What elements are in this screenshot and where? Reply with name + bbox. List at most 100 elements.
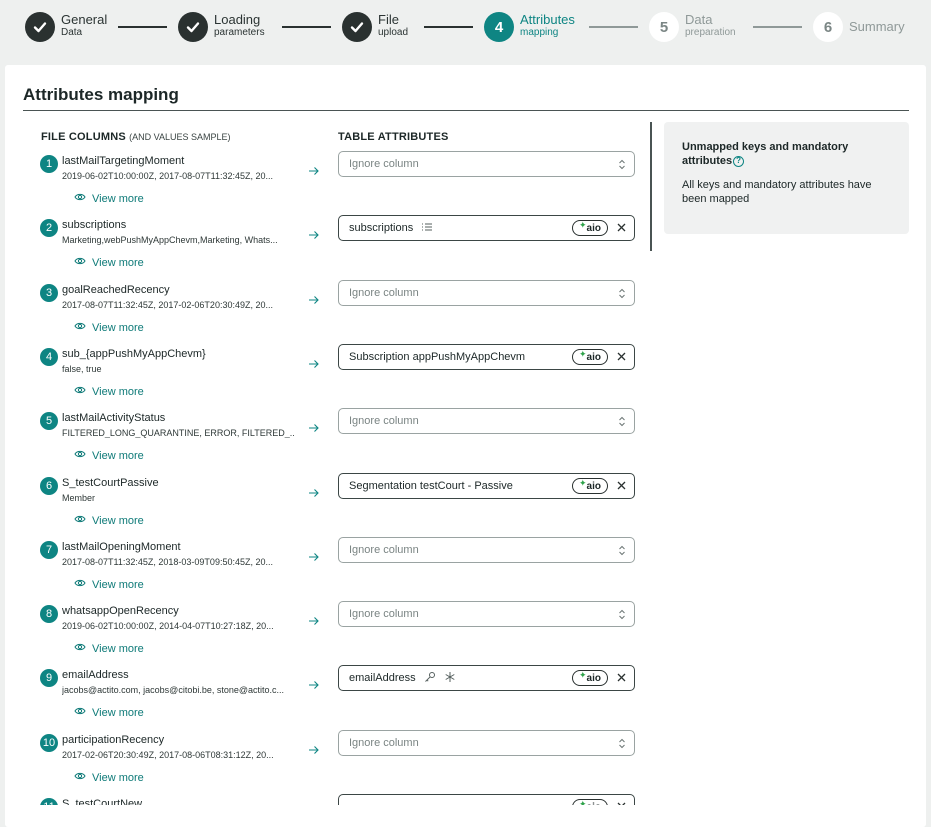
stepper: General Data Loading parameters File upl…: [0, 0, 931, 54]
table-attribute-select[interactable]: emailAddress ✦ aio: [338, 665, 635, 691]
arrow-right-icon: [308, 485, 320, 497]
eye-icon: [74, 770, 92, 785]
eye-icon: [74, 448, 92, 463]
file-column-name: participationRecency: [62, 734, 165, 746]
row-number-badge: 6: [40, 477, 58, 495]
file-column-sample: 2017-08-07T11:32:45Z, 2018-03-09T09:50:4…: [62, 557, 273, 567]
view-more-link[interactable]: View more: [74, 191, 144, 206]
step-attributes-mapping[interactable]: 4 Attributes mapping: [484, 12, 575, 42]
arrow-right-icon: [308, 420, 320, 432]
file-column-sample: 2017-02-06T20:30:49Z, 2017-08-06T08:31:1…: [62, 750, 274, 760]
view-more-label: View more: [92, 578, 144, 591]
step-data-preparation[interactable]: 5 Data preparation: [649, 12, 736, 42]
scrollbar[interactable]: [650, 122, 652, 251]
table-attribute-value: subscriptions: [349, 222, 414, 234]
key-icon: [424, 671, 436, 686]
file-column-sample: Member: [62, 493, 96, 503]
row-number-badge: 4: [40, 348, 58, 366]
table-attribute-value: Segmentation testCourt - Passive: [349, 480, 513, 492]
file-column-name: S_testCourtNew: [62, 798, 143, 805]
file-column-sample: 2019-06-02T10:00:00Z, 2014-04-07T10:27:1…: [62, 621, 274, 631]
step-subtitle: mapping: [520, 27, 559, 38]
attribute-icons: [421, 221, 433, 236]
eye-icon: [74, 191, 92, 206]
arrow-right-icon: [308, 677, 320, 689]
table-attribute-select[interactable]: Ignore column: [338, 408, 635, 434]
stepper-connector-3: [424, 26, 473, 28]
step-number: 4: [484, 12, 514, 42]
file-column-sample: 2017-08-07T11:32:45Z, 2017-02-06T20:30:4…: [62, 300, 273, 310]
clear-icon[interactable]: [616, 222, 627, 233]
table-attribute-value: Ignore column: [349, 158, 419, 170]
chevron-updown-icon: [618, 159, 626, 170]
file-column-name: subscriptions: [62, 219, 127, 231]
unmapped-keys-message: All keys and mandatory attributes have b…: [682, 179, 872, 205]
view-more-link[interactable]: View more: [74, 513, 144, 528]
clear-icon[interactable]: [616, 672, 627, 683]
eye-icon: [74, 320, 92, 335]
mapping-row: 1 lastMailTargetingMoment 2019-06-02T10:00…: [5, 151, 655, 215]
aio-badge: ✦aio: [572, 220, 608, 236]
help-icon[interactable]: ?: [733, 155, 745, 167]
table-attributes-header: TABLE ATTRIBUTES: [338, 131, 449, 143]
arrow-right-icon: [308, 549, 320, 561]
view-more-link[interactable]: View more: [74, 577, 144, 592]
clear-icon[interactable]: [616, 351, 627, 362]
view-more-label: View more: [92, 706, 144, 719]
view-more-link[interactable]: View more: [74, 384, 144, 399]
table-attribute-select[interactable]: Ignore column: [338, 280, 635, 306]
list-icon: [421, 221, 433, 236]
sparkle-icon: ✦: [579, 669, 587, 680]
arrow-right-icon: [308, 292, 320, 304]
view-more-link[interactable]: View more: [74, 705, 144, 720]
mapping-row: 3 goalReachedRecency 2017-08-07T11:32:45Z,…: [5, 280, 655, 344]
file-column-sample: Marketing,webPushMyAppChevm,Marketing, W…: [62, 235, 278, 245]
row-number-badge: 2: [40, 219, 58, 237]
row-number-badge: 8: [40, 605, 58, 623]
clear-icon[interactable]: [616, 801, 627, 805]
view-more-link[interactable]: View more: [74, 770, 144, 785]
sparkle-icon: ✦: [579, 477, 587, 488]
table-attribute-select[interactable]: subscriptions ✦ aio: [338, 215, 635, 241]
table-attribute-select[interactable]: Ignore column: [338, 730, 635, 756]
view-more-label: View more: [92, 192, 144, 205]
row-number-badge: 5: [40, 412, 58, 430]
eye-icon: [74, 705, 92, 720]
mapping-row: 11S_testCourtNewView more ✦aio: [5, 794, 655, 805]
table-attribute-select[interactable]: Segmentation testCourt - Passive ✦ aio: [338, 473, 635, 499]
step-title: General: [61, 12, 108, 27]
sparkle-icon: ✦: [579, 219, 587, 230]
table-attribute-select[interactable]: Ignore column: [338, 537, 635, 563]
stepper-connector-4: [589, 26, 638, 28]
mapping-row: 10 participationRecency 2017-02-06T20:30:4…: [5, 730, 655, 794]
row-number-badge: 3: [40, 284, 58, 302]
eye-icon: [74, 384, 92, 399]
view-more-label: View more: [92, 321, 144, 334]
table-attribute-select[interactable]: Ignore column: [338, 151, 635, 177]
step-title: Loading: [214, 12, 261, 27]
sparkle-icon: ✦: [579, 798, 587, 806]
aio-label: aio: [587, 802, 601, 806]
view-more-link[interactable]: View more: [74, 448, 144, 463]
table-attribute-value: Ignore column: [349, 287, 419, 299]
table-attribute-select[interactable]: Ignore column: [338, 601, 635, 627]
step-general-data[interactable]: General Data: [25, 12, 107, 42]
step-number: 5: [649, 12, 679, 42]
file-column-name: lastMailTargetingMoment: [62, 155, 185, 167]
step-file-upload[interactable]: File upload: [342, 12, 408, 42]
step-title: Data: [685, 12, 713, 27]
clear-icon[interactable]: [616, 480, 627, 491]
step-summary[interactable]: 6 Summary: [813, 12, 905, 42]
table-attribute-select[interactable]: Subscription appPushMyAppChevm ✦ aio: [338, 344, 635, 370]
view-more-link[interactable]: View more: [74, 320, 144, 335]
mapping-list[interactable]: 1 lastMailTargetingMoment 2019-06-02T10:00…: [5, 151, 655, 805]
table-attribute-select[interactable]: ✦aio: [338, 794, 635, 805]
view-more-link[interactable]: View more: [74, 641, 144, 656]
step-subtitle: Data: [61, 27, 83, 38]
step-number: 6: [813, 12, 843, 42]
eye-icon: [74, 513, 92, 528]
mapping-row: 2 subscriptions Marketing,webPushMyAppChev…: [5, 215, 655, 279]
step-loading-parameters[interactable]: Loading parameters: [178, 12, 265, 42]
view-more-link[interactable]: View more: [74, 255, 144, 270]
row-number-badge: 11: [40, 798, 58, 805]
